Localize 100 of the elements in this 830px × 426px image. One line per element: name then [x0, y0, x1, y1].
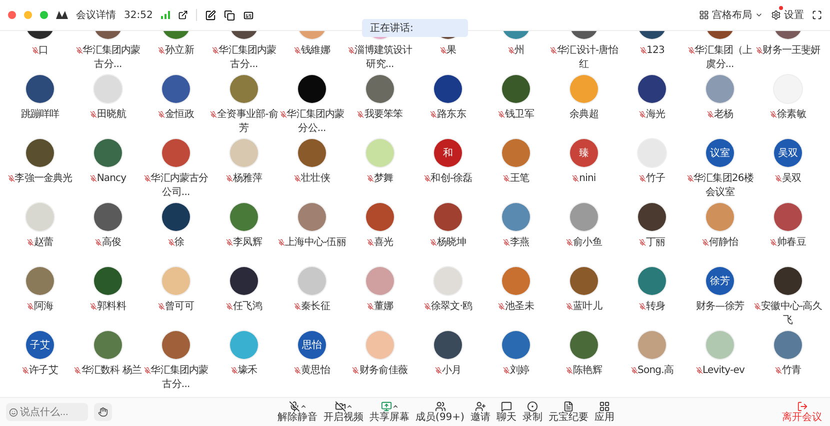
toolbar-button[interactable]: 共享屏幕: [368, 401, 412, 423]
participant-name: 壕禾: [238, 365, 258, 376]
participant-name: nini: [579, 173, 596, 184]
exit-icon: [796, 401, 808, 412]
participant-name: 华汇数科 杨兰: [81, 365, 142, 376]
participant-name: 何静怡: [709, 237, 738, 248]
participant-name: 池圣未: [505, 301, 534, 312]
participant-name: 王笔: [510, 173, 530, 184]
chat-input-field[interactable]: 说点什么...: [6, 403, 88, 421]
close-window-button[interactable]: [8, 11, 16, 19]
add-person-icon: [474, 401, 486, 412]
participant-name: 转身: [646, 301, 666, 312]
participant-name: 徐: [174, 237, 184, 248]
toolbar-button[interactable]: 开启视频: [322, 401, 366, 423]
participant-name: 秦长征: [301, 301, 330, 312]
mic-off-icon: [288, 401, 300, 412]
participant-name: 吴双: [782, 173, 802, 184]
participant-name: 财务俞佳薇: [359, 365, 408, 376]
participant-name: 老杨: [714, 109, 734, 120]
participant-name: 曾可可: [165, 301, 194, 312]
layout-button[interactable]: 宫格布局: [699, 8, 763, 22]
participant-name: 帅春豆: [777, 237, 806, 248]
record-icon: [526, 401, 538, 412]
leave-meeting-button[interactable]: 离开会议: [780, 401, 824, 423]
participant-name: 财务—徐芳: [696, 301, 744, 312]
raise-hand-button[interactable]: [94, 403, 112, 421]
participant-name: 杨雅萍: [233, 173, 262, 184]
toolbar-button[interactable]: 应用: [592, 401, 616, 423]
document-icon: [562, 401, 574, 412]
participant-name: Song.高: [638, 365, 674, 376]
participant-name: 董娜: [374, 301, 394, 312]
participant-name: 蓝叶儿: [573, 301, 602, 312]
participant-name: 华汇设计-唐怡红: [557, 45, 618, 70]
avatar-initials: 和: [443, 146, 453, 160]
toolbar-button[interactable]: 解除静音: [276, 401, 320, 423]
participant-name: 竹青: [782, 365, 802, 376]
settings-button[interactable]: 设置: [771, 8, 804, 22]
grid-icon: [699, 10, 709, 20]
participant-name: 华汇集团26楼会议室: [694, 173, 754, 198]
participant-name: 田晓航: [97, 109, 126, 120]
external-link-icon[interactable]: [178, 10, 188, 20]
screen-share-icon: [380, 401, 392, 412]
signal-icon: [160, 11, 170, 19]
participant-name: 财务一王斐妍: [762, 45, 820, 56]
participant-name: 孙立新: [165, 45, 194, 56]
participant-name: 杨晓坤: [437, 237, 466, 248]
participant-name: 俞小鱼: [573, 237, 602, 248]
participant-name: 果: [446, 45, 456, 56]
participant-name: 和创-徐磊: [430, 173, 472, 184]
participant-name: 李凤辉: [233, 237, 262, 248]
edit-icon[interactable]: [204, 10, 216, 20]
participant-name: 州: [514, 45, 524, 56]
caret-icon[interactable]: [392, 403, 399, 410]
smiley-icon: [9, 408, 18, 416]
participant-name: 郭料料: [97, 301, 126, 312]
participant-name: 徐翠文·鸥: [430, 301, 472, 312]
participant-name: 徐素敏: [777, 109, 806, 120]
participant-name: 口: [38, 45, 48, 56]
avatar-initials: 思怡: [302, 338, 322, 352]
grid-icon: [598, 401, 610, 412]
participant-name: 刘婷: [510, 365, 530, 376]
participant-name: 李強一金典光: [14, 173, 72, 184]
participant-name: 小月: [442, 365, 462, 376]
participant-name: 上海中心-伍丽: [285, 237, 346, 248]
copy-icon[interactable]: [224, 10, 235, 20]
settings-icon: [771, 10, 781, 20]
video-off-icon: [334, 401, 346, 412]
captions-icon[interactable]: [242, 10, 254, 20]
avatar-initials: 子艾: [30, 338, 50, 352]
fullscreen-icon[interactable]: [812, 10, 822, 20]
hand-icon: [98, 407, 108, 417]
meeting-details-label[interactable]: 会议详情: [76, 8, 116, 22]
participant-name: 海光: [646, 109, 666, 120]
toolbar-button[interactable]: 元宝纪要: [546, 401, 590, 423]
chevron-down-icon: [755, 11, 763, 19]
participant-name: 淄博建筑设计研究...: [354, 45, 412, 70]
participant-name: 钱卫军: [505, 109, 534, 120]
participant-name: 丁丽: [646, 237, 666, 248]
toolbar-button[interactable]: 成员(99+): [414, 401, 466, 423]
participant-name: 喜光: [374, 237, 394, 248]
avatar-initials: 吴双: [778, 147, 798, 160]
participant-name: 华汇集团内蒙分公...: [286, 109, 344, 134]
participant-name: 梦舞: [374, 173, 394, 184]
participant-name: 钱維娜: [301, 45, 330, 56]
toolbar-button[interactable]: 邀请: [468, 401, 492, 423]
toolbar-button[interactable]: 聊天: [494, 401, 518, 423]
participant-name: 金恒政: [165, 109, 194, 120]
participant-name: 华汇集团内蒙古分...: [150, 365, 208, 390]
participant-name: 任飞鸿: [233, 301, 262, 312]
participant-name: 黄思怡: [301, 365, 330, 376]
avatar-initials: 议室: [710, 146, 730, 160]
toolbar-button[interactable]: 录制: [520, 401, 544, 423]
meeting-duration: 32:52: [124, 10, 153, 20]
participant-name: 竹子: [646, 173, 666, 184]
participant-name: 余典超: [570, 109, 598, 120]
caret-icon[interactable]: [346, 403, 353, 410]
caret-icon[interactable]: [300, 403, 307, 410]
participant-name: Nancy: [96, 173, 126, 184]
avatar-initials: 徐芳: [710, 274, 730, 288]
logo-icon: [56, 11, 68, 19]
